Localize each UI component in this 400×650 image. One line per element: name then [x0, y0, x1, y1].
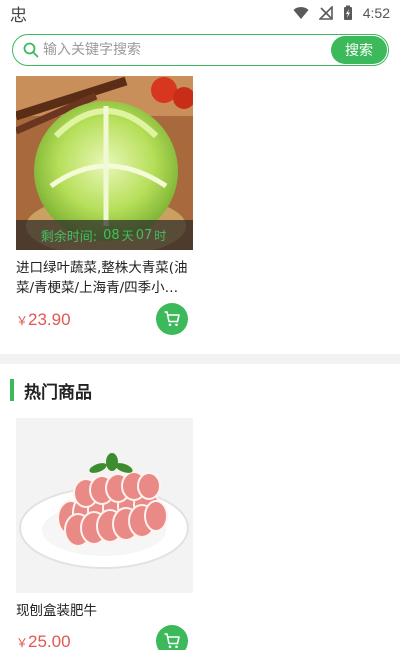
countdown-day-unit: 天 — [121, 228, 134, 243]
status-bar: 忠 4:52 — [0, 0, 400, 26]
status-icons: 4:52 — [293, 5, 390, 21]
cart-icon — [164, 311, 180, 327]
price-value: 25.00 — [28, 632, 71, 650]
product-name[interactable]: 进口绿叶蔬菜,整株大青菜(油菜/青梗菜/上海青/四季小… — [16, 258, 196, 298]
countdown-hour-unit: 时 — [154, 228, 167, 243]
price-value: 23.90 — [28, 310, 71, 329]
section-accent-bar — [10, 379, 14, 401]
clock: 4:52 — [362, 5, 390, 21]
product-image-lettuce[interactable]: 剩余时间: 08 天 07 时 — [16, 76, 193, 250]
wifi-icon — [293, 7, 309, 20]
cart-icon — [164, 633, 180, 649]
section-divider — [0, 354, 400, 364]
product-price: ￥23.90 — [16, 310, 71, 330]
product-image-beef[interactable] — [16, 418, 193, 593]
currency-symbol: ￥ — [16, 636, 29, 650]
currency-symbol: ￥ — [16, 314, 29, 328]
no-signal-icon — [318, 6, 333, 20]
product-price: ￥25.00 — [16, 632, 71, 650]
add-to-cart-button[interactable] — [156, 625, 188, 650]
app-notification-icon: 忠 — [10, 5, 27, 26]
battery-charging-icon — [343, 5, 352, 20]
countdown-timer: 剩余时间: 08 天 07 时 — [16, 220, 193, 250]
section-header: 热门商品 — [10, 378, 92, 403]
product-name[interactable]: 现刨盒装肥牛 — [16, 599, 97, 619]
countdown-label: 剩余时间: — [40, 229, 98, 245]
countdown-hours: 07 — [135, 227, 153, 243]
search-bar: 搜索 — [12, 34, 389, 66]
sliced-beef-photo — [16, 418, 193, 593]
add-to-cart-button[interactable] — [156, 303, 188, 335]
search-button[interactable]: 搜索 — [331, 36, 387, 64]
app-screen: 忠 4:52 搜索 — [0, 0, 400, 650]
search-icon — [23, 42, 39, 58]
countdown-days: 08 — [103, 227, 120, 243]
section-title: 热门商品 — [24, 382, 92, 403]
